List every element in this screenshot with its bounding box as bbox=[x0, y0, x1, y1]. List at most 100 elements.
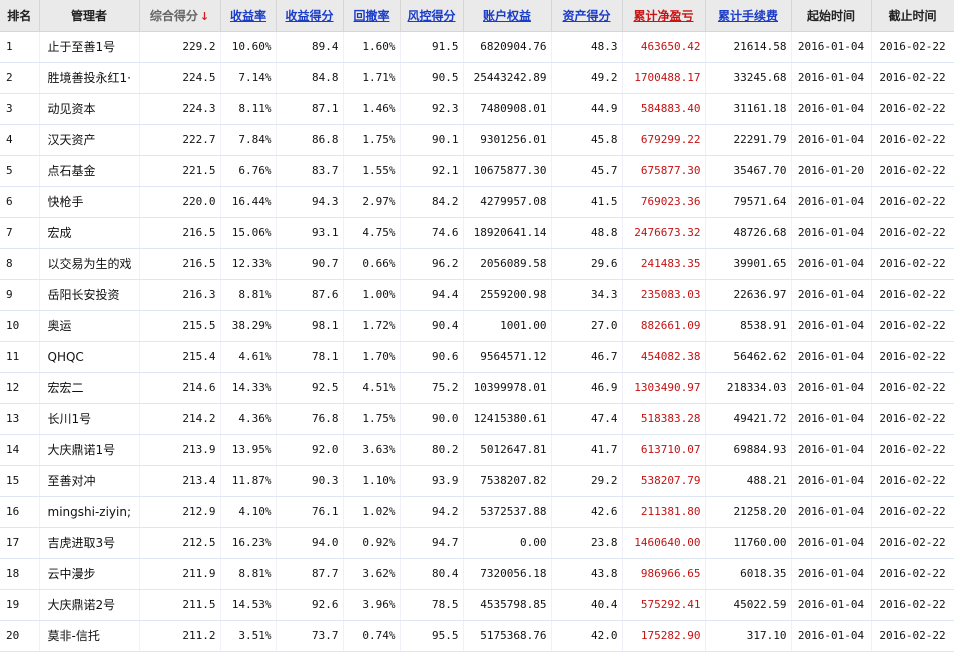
col-header-return-score[interactable]: 收益得分 bbox=[276, 0, 344, 32]
cell-end: 2016-02-22 bbox=[871, 465, 954, 497]
cell-risk-score: 96.2 bbox=[400, 248, 464, 280]
cell-drawdown: 3.63% bbox=[343, 434, 401, 466]
table-row: 13 长川1号 214.2 4.36% 76.8 1.75% 90.0 12415380.61… bbox=[0, 403, 954, 435]
col-header-asset-score[interactable]: 资产得分 bbox=[551, 0, 623, 32]
col-header-risk-score[interactable]: 风控得分 bbox=[400, 0, 464, 32]
cell-manager: 动见资本 bbox=[39, 93, 140, 125]
cell-risk-score: 75.2 bbox=[400, 372, 464, 404]
cell-equity: 9301256.01 bbox=[463, 124, 552, 156]
cell-manager: 汉天资产 bbox=[39, 124, 140, 156]
cell-net-pnl: 1700488.17 bbox=[622, 62, 706, 94]
cell-start: 2016-01-04 bbox=[791, 124, 872, 156]
cell-fees: 22291.79 bbox=[705, 124, 792, 156]
cell-manager: 宏成 bbox=[39, 217, 140, 249]
cell-net-pnl: 882661.09 bbox=[622, 310, 706, 342]
cell-start: 2016-01-04 bbox=[791, 248, 872, 280]
cell-drawdown: 1.10% bbox=[343, 465, 401, 497]
cell-return-score: 87.7 bbox=[276, 558, 344, 590]
cell-rank: 3 bbox=[0, 93, 40, 125]
col-header-equity[interactable]: 账户权益 bbox=[463, 0, 552, 32]
cell-total-score: 216.5 bbox=[139, 217, 221, 249]
cell-drawdown: 1.75% bbox=[343, 124, 401, 156]
col-header-net-pnl[interactable]: 累计净盈亏 bbox=[622, 0, 706, 32]
cell-equity: 7538207.82 bbox=[463, 465, 552, 497]
cell-net-pnl: 1303490.97 bbox=[622, 372, 706, 404]
cell-risk-score: 90.0 bbox=[400, 403, 464, 435]
cell-return-rate: 8.11% bbox=[220, 93, 277, 125]
cell-rank: 13 bbox=[0, 403, 40, 435]
cell-asset-score: 42.6 bbox=[551, 496, 623, 528]
cell-fees: 317.10 bbox=[705, 620, 792, 652]
cell-risk-score: 91.5 bbox=[400, 31, 464, 63]
cell-rank: 18 bbox=[0, 558, 40, 590]
cell-rank: 6 bbox=[0, 186, 40, 218]
cell-equity: 7320056.18 bbox=[463, 558, 552, 590]
table-row: 5 点石基金 221.5 6.76% 83.7 1.55% 92.1 10675877.30 4… bbox=[0, 155, 954, 187]
cell-fees: 39901.65 bbox=[705, 248, 792, 280]
cell-end: 2016-02-22 bbox=[871, 310, 954, 342]
cell-fees: 35467.70 bbox=[705, 155, 792, 187]
cell-total-score: 221.5 bbox=[139, 155, 221, 187]
cell-total-score: 224.5 bbox=[139, 62, 221, 94]
cell-end: 2016-02-22 bbox=[871, 589, 954, 621]
col-header-return-rate[interactable]: 收益率 bbox=[220, 0, 277, 32]
cell-drawdown: 0.66% bbox=[343, 248, 401, 280]
cell-drawdown: 3.96% bbox=[343, 589, 401, 621]
cell-risk-score: 78.5 bbox=[400, 589, 464, 621]
cell-start: 2016-01-04 bbox=[791, 620, 872, 652]
cell-end: 2016-02-22 bbox=[871, 124, 954, 156]
cell-rank: 4 bbox=[0, 124, 40, 156]
cell-return-rate: 4.10% bbox=[220, 496, 277, 528]
cell-rank: 17 bbox=[0, 527, 40, 559]
cell-drawdown: 1.60% bbox=[343, 31, 401, 63]
cell-manager: 宏宏二 bbox=[39, 372, 140, 404]
cell-risk-score: 94.2 bbox=[400, 496, 464, 528]
cell-manager: QHQC bbox=[39, 341, 140, 373]
cell-risk-score: 95.5 bbox=[400, 620, 464, 652]
cell-total-score: 211.2 bbox=[139, 620, 221, 652]
cell-return-rate: 11.87% bbox=[220, 465, 277, 497]
cell-start: 2016-01-04 bbox=[791, 403, 872, 435]
cell-equity: 1001.00 bbox=[463, 310, 552, 342]
cell-total-score: 216.3 bbox=[139, 279, 221, 311]
cell-start: 2016-01-04 bbox=[791, 496, 872, 528]
table-row: 17 吉虎进取3号 212.5 16.23% 94.0 0.92% 94.7 0.00 23.8… bbox=[0, 527, 954, 559]
cell-return-score: 87.6 bbox=[276, 279, 344, 311]
cell-net-pnl: 518383.28 bbox=[622, 403, 706, 435]
cell-return-rate: 14.53% bbox=[220, 589, 277, 621]
cell-asset-score: 48.3 bbox=[551, 31, 623, 63]
cell-equity: 2056089.58 bbox=[463, 248, 552, 280]
table-row: 1 止于至善1号 229.2 10.60% 89.4 1.60% 91.5 6820904.7… bbox=[0, 31, 954, 63]
cell-end: 2016-02-22 bbox=[871, 217, 954, 249]
cell-asset-score: 49.2 bbox=[551, 62, 623, 94]
cell-risk-score: 84.2 bbox=[400, 186, 464, 218]
cell-drawdown: 4.75% bbox=[343, 217, 401, 249]
cell-equity: 18920641.14 bbox=[463, 217, 552, 249]
cell-fees: 33245.68 bbox=[705, 62, 792, 94]
cell-asset-score: 44.9 bbox=[551, 93, 623, 125]
col-header-drawdown[interactable]: 回撤率 bbox=[343, 0, 401, 32]
cell-fees: 31161.18 bbox=[705, 93, 792, 125]
cell-return-score: 92.0 bbox=[276, 434, 344, 466]
col-header-start-date: 起始时间 bbox=[791, 0, 872, 32]
cell-rank: 14 bbox=[0, 434, 40, 466]
cell-risk-score: 94.4 bbox=[400, 279, 464, 311]
cell-drawdown: 3.62% bbox=[343, 558, 401, 590]
cell-return-score: 90.3 bbox=[276, 465, 344, 497]
cell-total-score: 215.4 bbox=[139, 341, 221, 373]
cell-manager: 长川1号 bbox=[39, 403, 140, 435]
cell-return-rate: 14.33% bbox=[220, 372, 277, 404]
cell-return-rate: 4.36% bbox=[220, 403, 277, 435]
cell-end: 2016-02-22 bbox=[871, 558, 954, 590]
cell-net-pnl: 584883.40 bbox=[622, 93, 706, 125]
cell-net-pnl: 1460640.00 bbox=[622, 527, 706, 559]
col-header-total-score[interactable]: 综合得分 ↓ bbox=[139, 0, 221, 32]
cell-asset-score: 46.9 bbox=[551, 372, 623, 404]
table-row: 11 QHQC 215.4 4.61% 78.1 1.70% 90.6 9564571.12 4… bbox=[0, 341, 954, 373]
cell-total-score: 212.5 bbox=[139, 527, 221, 559]
cell-start: 2016-01-04 bbox=[791, 589, 872, 621]
cell-total-score: 222.7 bbox=[139, 124, 221, 156]
col-header-fees[interactable]: 累计手续费 bbox=[705, 0, 792, 32]
cell-equity: 6820904.76 bbox=[463, 31, 552, 63]
cell-start: 2016-01-04 bbox=[791, 186, 872, 218]
